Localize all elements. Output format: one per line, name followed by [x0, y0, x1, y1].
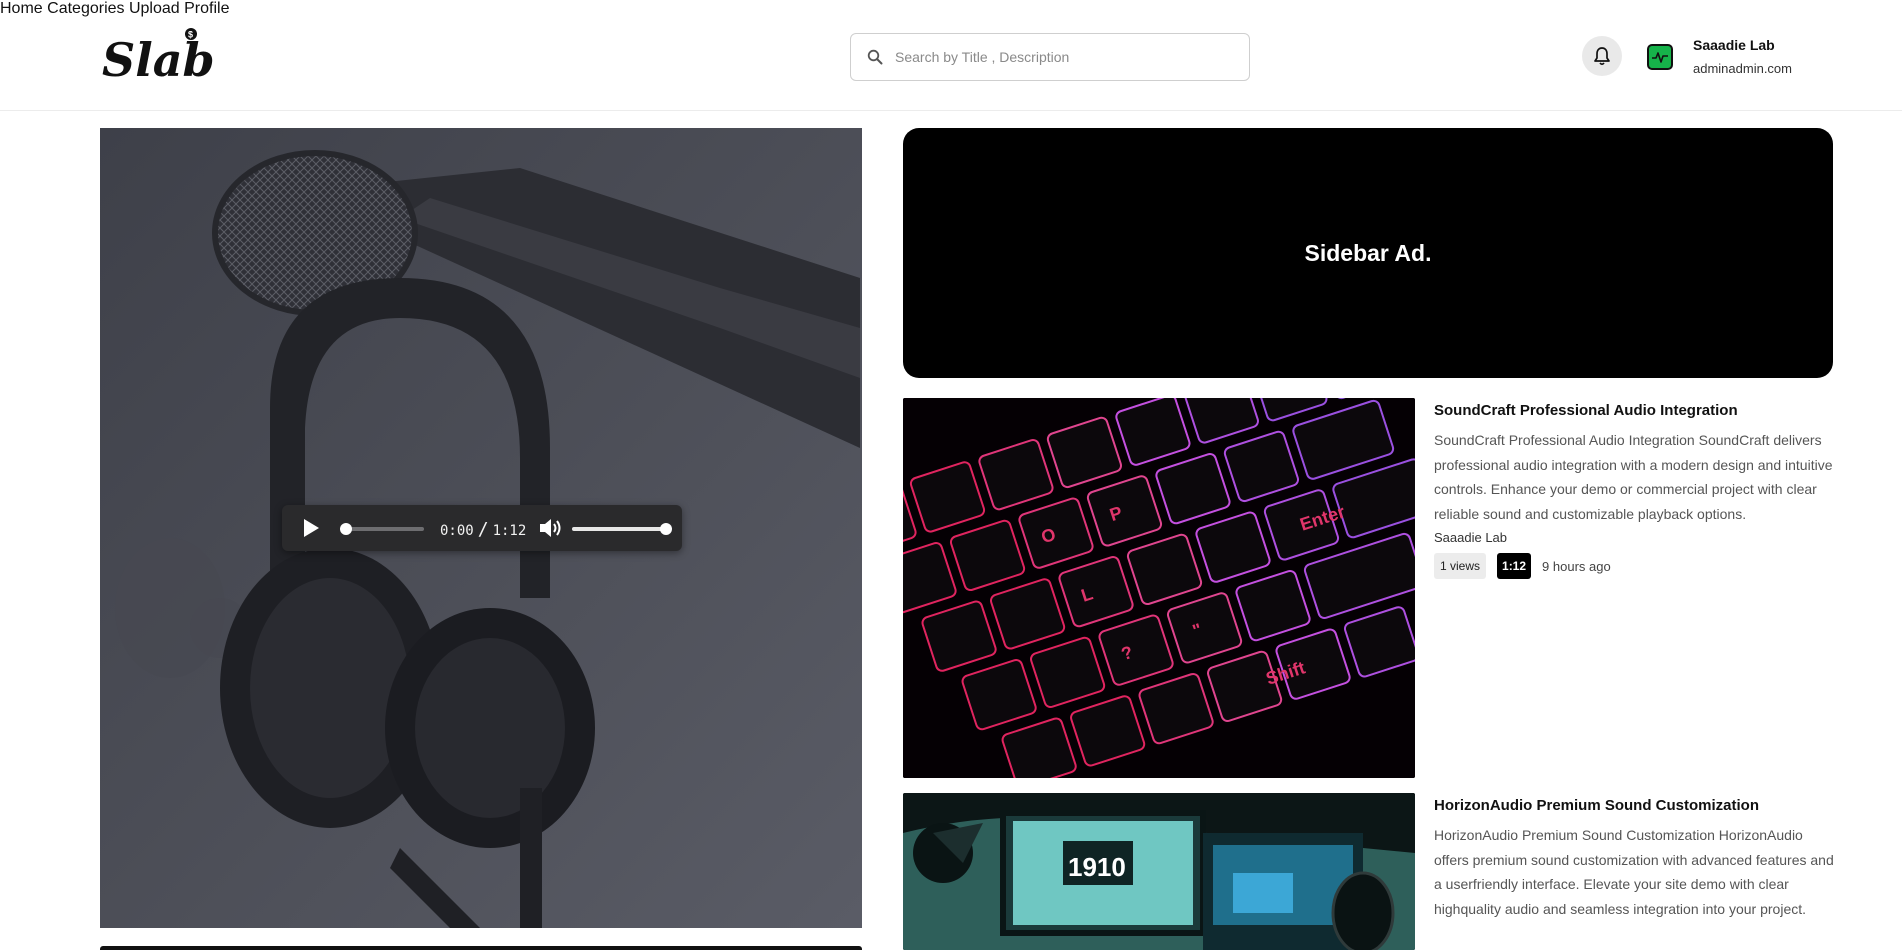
studio-monitors-image: 1910 [903, 793, 1415, 950]
video-info: HorizonAudio Premium Sound Customization… [1434, 793, 1834, 921]
search-box[interactable] [850, 33, 1250, 81]
svg-text:1910: 1910 [1068, 852, 1126, 882]
video-info: SoundCraft Professional Audio Integratio… [1434, 398, 1834, 580]
video-card[interactable]: O P L ? " Enter Shift SoundCraft Profess… [903, 398, 1833, 778]
bell-icon [1594, 47, 1610, 66]
volume-slider[interactable] [572, 523, 672, 535]
logo[interactable]: Slab $ [100, 26, 215, 87]
video-thumbnail[interactable]: O P L ? " Enter Shift [903, 398, 1415, 778]
video-thumbnail[interactable]: 1910 [903, 793, 1415, 950]
sidebar-ad-label: Sidebar Ad. [1304, 239, 1432, 266]
logo-text: Slab [102, 33, 214, 82]
site-header: Slab $ Home Categories Upload Profile Sa… [0, 0, 1902, 111]
time-display: 0:00/1:12 [440, 519, 527, 540]
player-controls: 0:00/1:12 [282, 505, 682, 551]
sidebar-ad[interactable]: Sidebar Ad. [903, 128, 1833, 378]
svg-text:$: $ [188, 30, 193, 40]
video-description: HorizonAudio Premium Sound Customization… [1434, 827, 1834, 917]
user-email: adminadmin.com [1693, 61, 1792, 76]
video-card[interactable]: 1910 HorizonAudio Premium Sound Customiz… [903, 793, 1834, 950]
video-meta: 1 views 1:12 9 hours ago [1434, 553, 1834, 580]
views-badge: 1 views [1434, 553, 1487, 580]
upload-time: 9 hours ago [1542, 558, 1611, 574]
search-input[interactable] [895, 49, 1215, 65]
nav-upload[interactable]: Upload [129, 0, 180, 17]
media-player[interactable]: 0:00/1:12 [100, 128, 862, 928]
video-author[interactable]: Saaadie Lab [1434, 530, 1834, 545]
avatar[interactable] [1647, 44, 1673, 70]
search-icon [867, 49, 883, 65]
notifications-button[interactable] [1582, 36, 1622, 76]
progress-handle[interactable] [340, 523, 352, 535]
volume-handle[interactable] [660, 523, 672, 535]
user-name[interactable]: Saaadie Lab [1693, 37, 1775, 53]
progress-bar[interactable] [340, 523, 424, 535]
keyboard-image: O P L ? " Enter Shift [903, 398, 1415, 778]
nav-categories[interactable]: Categories [47, 0, 124, 17]
video-title[interactable]: SoundCraft Professional Audio Integratio… [1434, 402, 1834, 419]
current-time: 0:00 [440, 523, 474, 539]
next-section-edge [100, 946, 862, 950]
duration-badge: 1:12 [1497, 553, 1532, 580]
volume-icon[interactable] [538, 516, 564, 540]
video-title[interactable]: HorizonAudio Premium Sound Customization [1434, 797, 1834, 814]
video-description: SoundCraft Professional Audio Integratio… [1434, 432, 1833, 522]
nav-profile[interactable]: Profile [184, 0, 229, 17]
play-icon[interactable] [302, 518, 320, 538]
duration: 1:12 [492, 523, 527, 539]
nav-home[interactable]: Home [0, 0, 43, 17]
activity-icon [1652, 52, 1668, 63]
